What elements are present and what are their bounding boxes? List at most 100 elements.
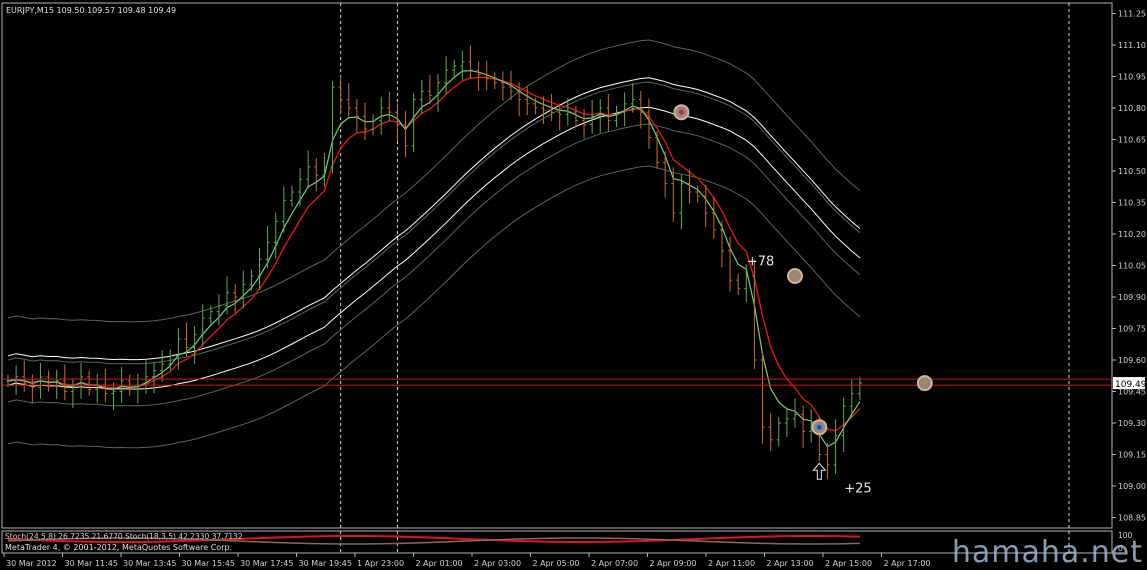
price-bar[interactable] <box>298 168 303 206</box>
price-bar[interactable] <box>452 59 457 77</box>
price-bar[interactable] <box>103 368 108 403</box>
price-bar[interactable] <box>249 269 254 291</box>
price-bar[interactable] <box>265 226 270 269</box>
price-bar[interactable] <box>760 351 765 444</box>
price-bar[interactable] <box>784 407 789 437</box>
price-chart[interactable]: 109.49+78+25111.25111.10110.95110.80110.… <box>0 0 1147 570</box>
price-bar[interactable] <box>736 273 741 295</box>
slow-ma-line <box>7 70 861 448</box>
price-bar[interactable] <box>306 150 311 189</box>
price-bar[interactable] <box>371 114 376 136</box>
price-bar[interactable] <box>598 99 603 133</box>
x-tick-label: 2 Apr 13:00 <box>767 559 814 568</box>
price-bar[interactable] <box>590 100 595 134</box>
price-bar[interactable] <box>257 247 262 290</box>
price-bar[interactable] <box>427 74 432 105</box>
price-bar[interactable] <box>216 294 221 326</box>
price-bar[interactable] <box>857 376 862 400</box>
price-bar[interactable] <box>192 325 197 364</box>
x-tick-label: 30 Mar 2012 <box>6 559 57 568</box>
y-tick-label: 109.15 <box>1118 451 1146 460</box>
price-bar[interactable] <box>711 196 716 239</box>
price-bar[interactable] <box>241 270 246 309</box>
x-tick-label: 2 Apr 15:00 <box>825 559 872 568</box>
price-bar[interactable] <box>338 75 343 114</box>
price-bar[interactable] <box>679 174 684 230</box>
y-tick-label: 109.90 <box>1118 293 1146 302</box>
price-bar[interactable] <box>62 364 67 401</box>
channel-outer-upper <box>7 39 861 323</box>
price-bar[interactable] <box>70 378 75 408</box>
price-bar[interactable] <box>403 110 408 158</box>
price-bar[interactable] <box>346 83 351 117</box>
x-tick-label: 2 Apr 07:00 <box>591 559 638 568</box>
price-bar[interactable] <box>703 184 708 227</box>
y-tick-label: 109.00 <box>1118 482 1146 491</box>
x-tick-label: 2 Apr 05:00 <box>533 559 580 568</box>
price-bar[interactable] <box>833 419 838 474</box>
x-tick-label: 2 Apr 09:00 <box>650 559 697 568</box>
price-bar[interactable] <box>87 370 92 396</box>
price-bar[interactable] <box>289 185 294 207</box>
price-bar[interactable] <box>776 416 781 447</box>
chart-header: EURJPY,M15 109.50 109.57 109.48 109.49 <box>6 6 176 15</box>
x-tick-label: 2 Apr 17:00 <box>884 559 931 568</box>
price-bar[interactable] <box>801 405 806 448</box>
price-bar[interactable] <box>614 105 619 127</box>
main-frame <box>1 2 1113 529</box>
price-bar[interactable] <box>387 91 392 122</box>
x-tick-label: 30 Mar 17:45 <box>240 559 293 568</box>
price-bar[interactable] <box>655 131 660 169</box>
chart-window[interactable]: 109.49 +78 +25 111.25 111.10 110.95 110.80 110.… <box>0 0 1147 570</box>
price-bar[interactable] <box>573 105 578 127</box>
trade-marker-dot <box>792 273 798 279</box>
price-bar[interactable] <box>354 99 359 133</box>
price-bar[interactable] <box>95 373 100 404</box>
price-bar[interactable] <box>541 96 546 124</box>
price-bar[interactable] <box>233 283 238 314</box>
x-tick-label: 2 Apr 03:00 <box>474 559 521 568</box>
price-bar[interactable] <box>565 98 570 126</box>
price-bar[interactable] <box>476 61 481 91</box>
y-tick-label: 110.35 <box>1118 199 1146 208</box>
y-tick-label: 110.20 <box>1118 230 1146 239</box>
fast-ma-line <box>7 76 861 432</box>
price-bar[interactable] <box>444 56 449 95</box>
y-tick-label: 110.05 <box>1118 262 1146 271</box>
price-bar[interactable] <box>744 264 749 303</box>
signal-arrow-icon <box>812 462 827 480</box>
x-tick-label: 2 Apr 01:00 <box>416 559 463 568</box>
price-bar[interactable] <box>768 413 773 452</box>
price-bar[interactable] <box>79 362 84 399</box>
indicator-label: Stoch(24,5,8) 26.7235 21.6770 Stoch(18,3… <box>5 532 243 541</box>
price-bar[interactable] <box>825 443 830 479</box>
trade-marker-dot <box>678 109 684 115</box>
price-bar[interactable] <box>557 103 562 131</box>
y-tick-label: 110.95 <box>1118 73 1146 82</box>
y-tick-label: 109.30 <box>1118 419 1146 428</box>
x-tick-label: 1 Apr 23:00 <box>357 559 404 568</box>
trade-marker-dot <box>816 424 822 430</box>
watermark: hamaha.net <box>951 535 1143 570</box>
y-tick-label: 110.80 <box>1118 104 1146 113</box>
price-bar[interactable] <box>330 80 335 174</box>
price-bar[interactable] <box>273 212 278 259</box>
price-bar[interactable] <box>492 72 497 90</box>
y-tick-label: 108.85 <box>1118 514 1146 523</box>
x-tick-label: 2 Apr 11:00 <box>708 559 755 568</box>
trade-marker-dot <box>922 380 928 386</box>
price-bar[interactable] <box>22 360 27 392</box>
price-bar[interactable] <box>314 157 319 192</box>
price-bar[interactable] <box>468 45 473 80</box>
price-bar[interactable] <box>46 370 51 392</box>
x-tick-label: 30 Mar 13:45 <box>123 559 176 568</box>
y-tick-label: 110.50 <box>1118 167 1146 176</box>
price-bar[interactable] <box>606 94 611 132</box>
y-tick-label: 111.25 <box>1118 10 1146 19</box>
price-bar[interactable] <box>54 369 59 400</box>
x-tick-label: 30 Mar 19:45 <box>299 559 352 568</box>
price-bar[interactable] <box>719 220 724 268</box>
y-tick-label: 111.10 <box>1118 41 1146 50</box>
price-bar[interactable] <box>500 71 505 101</box>
price-bar[interactable] <box>460 50 465 80</box>
